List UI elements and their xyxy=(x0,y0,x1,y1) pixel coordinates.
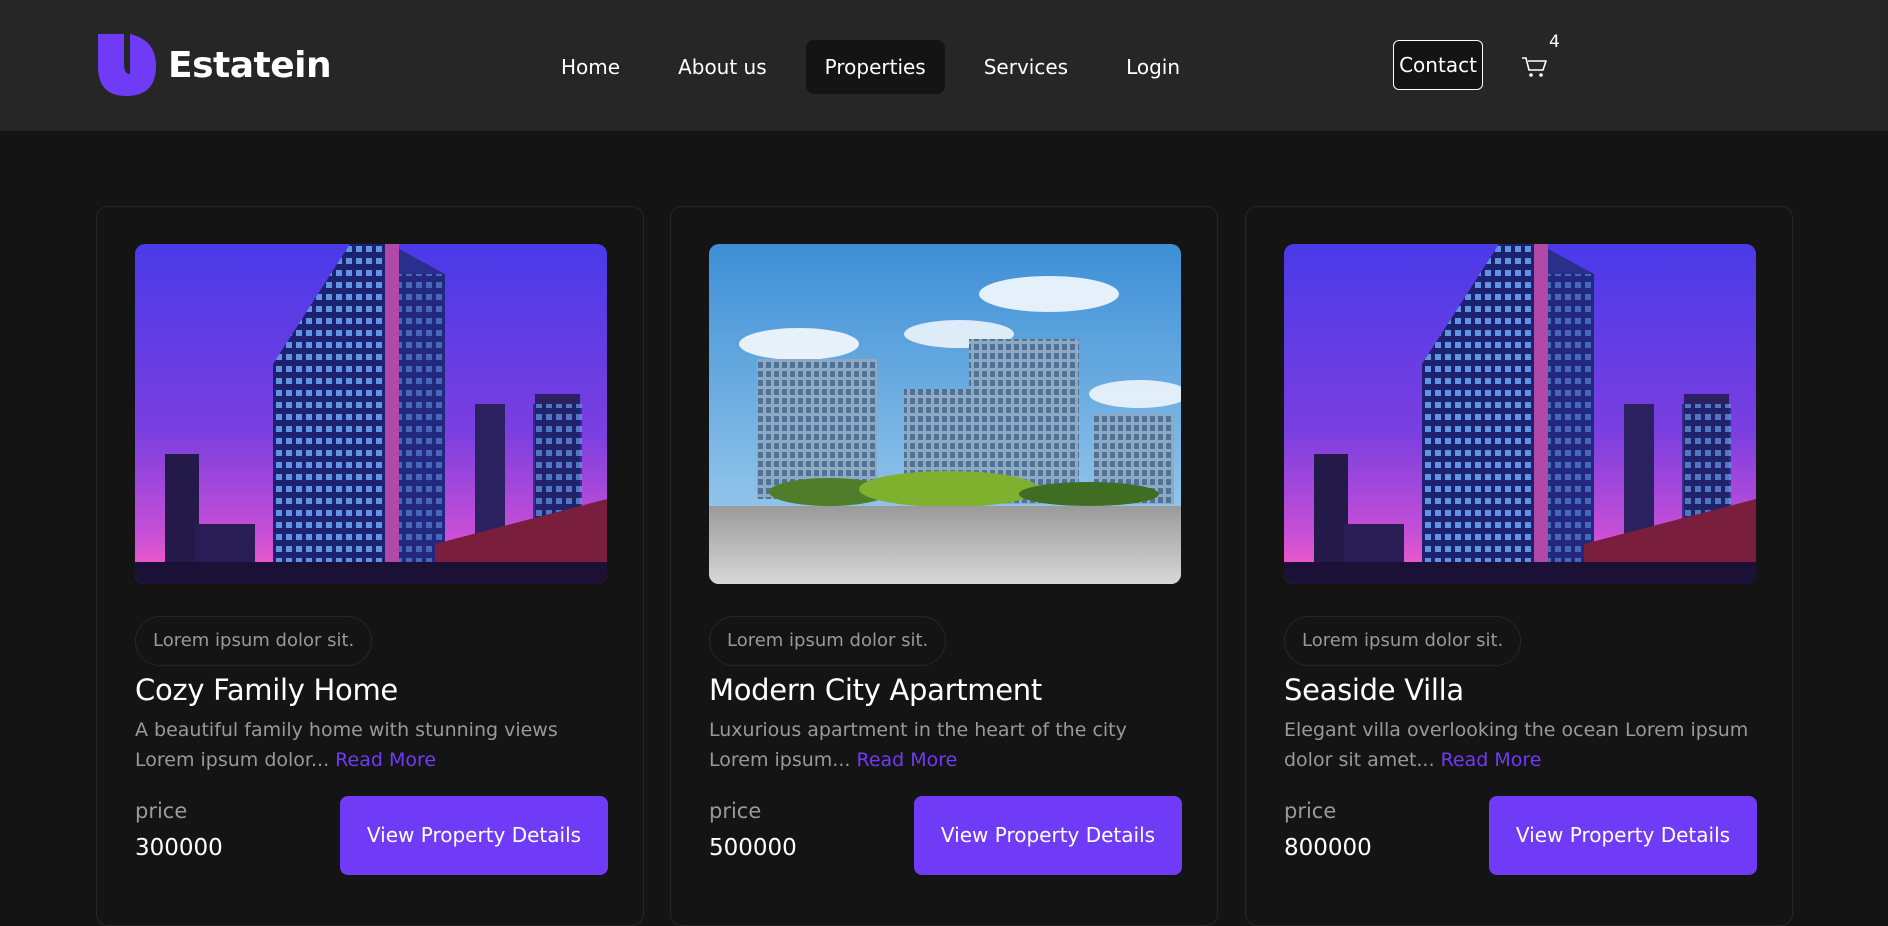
nav-home[interactable]: Home xyxy=(542,40,639,94)
property-title: Cozy Family Home xyxy=(135,673,398,707)
nav-login[interactable]: Login xyxy=(1107,40,1199,94)
property-image xyxy=(709,244,1181,584)
main-nav: Home About us Properties Services Login xyxy=(542,40,1219,94)
property-image xyxy=(1284,244,1756,584)
brand-name: Estatein xyxy=(168,44,332,86)
property-tag: Lorem ipsum dolor sit. xyxy=(135,616,373,666)
logo-mark-icon xyxy=(98,34,156,96)
nav-properties[interactable]: Properties xyxy=(805,40,945,94)
price-value: 800000 xyxy=(1284,835,1372,861)
price-label: price xyxy=(1284,799,1337,823)
nav-about-us[interactable]: About us xyxy=(659,40,786,94)
daytime-office-buildings-image xyxy=(709,244,1181,584)
read-more-link[interactable]: Read More xyxy=(335,749,436,771)
contact-button[interactable]: Contact xyxy=(1393,40,1483,90)
brand-logo[interactable]: Estatein xyxy=(96,34,332,96)
read-more-link[interactable]: Read More xyxy=(856,749,957,771)
cart-icon[interactable] xyxy=(1520,50,1550,80)
property-description: Luxurious apartment in the heart of the … xyxy=(709,715,1181,775)
cart-count-badge: 4 xyxy=(1549,32,1560,52)
property-card: Lorem ipsum dolor sit. Cozy Family Home … xyxy=(96,206,644,926)
nav-services[interactable]: Services xyxy=(965,40,1087,94)
price-label: price xyxy=(709,799,762,823)
property-title: Seaside Villa xyxy=(1284,673,1464,707)
view-property-details-button[interactable]: View Property Details xyxy=(340,796,608,875)
purple-city-skyscraper-image xyxy=(135,244,607,584)
purple-city-skyscraper-image xyxy=(1284,244,1756,584)
price-value: 300000 xyxy=(135,835,223,861)
property-title: Modern City Apartment xyxy=(709,673,1042,707)
price-value: 500000 xyxy=(709,835,797,861)
property-image xyxy=(135,244,607,584)
property-card: Lorem ipsum dolor sit. Modern City Apart… xyxy=(670,206,1218,926)
price-label: price xyxy=(135,799,188,823)
property-tag: Lorem ipsum dolor sit. xyxy=(1284,616,1522,666)
view-property-details-button[interactable]: View Property Details xyxy=(914,796,1182,875)
property-description: A beautiful family home with stunning vi… xyxy=(135,715,607,775)
read-more-link[interactable]: Read More xyxy=(1441,749,1542,771)
site-header: Estatein Home About us Properties Servic… xyxy=(0,0,1888,131)
view-property-details-button[interactable]: View Property Details xyxy=(1489,796,1757,875)
property-card: Lorem ipsum dolor sit. Seaside Villa Ele… xyxy=(1245,206,1793,926)
property-description: Elegant villa overlooking the ocean Lore… xyxy=(1284,715,1756,775)
property-tag: Lorem ipsum dolor sit. xyxy=(709,616,947,666)
